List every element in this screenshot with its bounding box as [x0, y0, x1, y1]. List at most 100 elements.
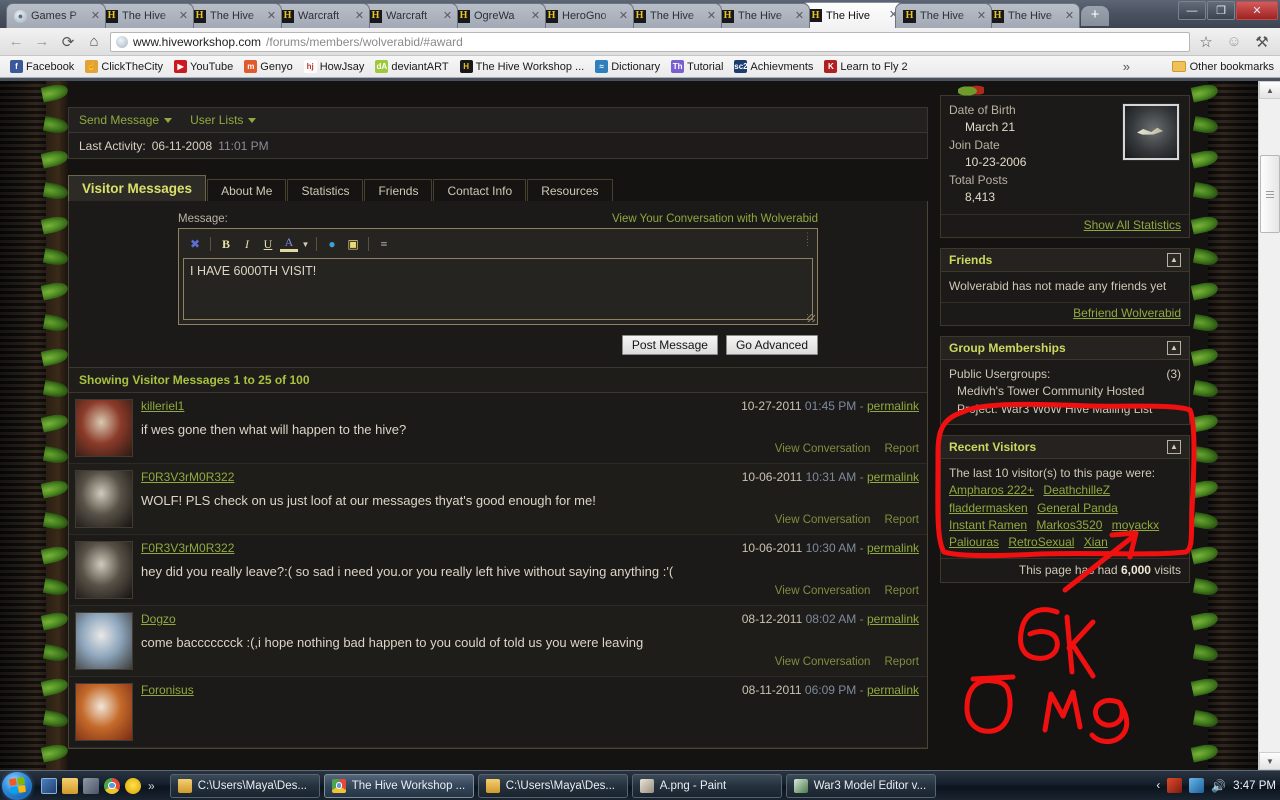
avatar[interactable] — [75, 399, 133, 457]
bookmark-item[interactable]: ▶ YouTube — [170, 59, 237, 74]
media-icon[interactable] — [83, 777, 99, 794]
browser-tab[interactable]: H The Hive ✕ — [983, 3, 1080, 28]
browser-tab[interactable]: H HeroGno ✕ — [537, 3, 634, 28]
scrollbar-thumb[interactable] — [1260, 155, 1280, 233]
recent-visitor-link[interactable]: Instant Ramen — [949, 518, 1027, 532]
view-conversation-action[interactable]: View Conversation — [775, 656, 871, 668]
antivirus-icon[interactable] — [1167, 778, 1183, 793]
report-action[interactable]: Report — [884, 514, 919, 526]
close-tab-icon[interactable]: ✕ — [794, 10, 805, 22]
bookmark-item[interactable]: H The Hive Workshop ... — [456, 59, 589, 74]
recent-visitor-link[interactable]: Markos3520 — [1036, 518, 1102, 532]
close-tab-icon[interactable]: ✕ — [178, 10, 189, 22]
message-textarea[interactable]: I HAVE 6000TH VISIT! — [183, 258, 813, 320]
bookmarks-overflow-icon[interactable]: » — [1123, 59, 1130, 74]
avatar[interactable] — [75, 541, 133, 599]
close-tab-icon[interactable]: ✕ — [530, 10, 541, 22]
browser-tab[interactable]: ● Games P ✕ — [6, 3, 106, 28]
network-icon[interactable] — [1189, 778, 1205, 793]
taskbar-button[interactable]: War3 Model Editor v... — [785, 773, 936, 798]
editor-resize-dots[interactable]: ⋮ ⋮ — [803, 232, 812, 247]
message-author-link[interactable]: killeriel1 — [141, 399, 184, 413]
browser-tab[interactable]: H The Hive ✕ — [97, 3, 194, 28]
profile-tab-contact-info[interactable]: Contact Info — [433, 179, 527, 201]
chrome-icon[interactable] — [104, 777, 120, 794]
taskbar-button[interactable]: C:\Users\Maya\Des... — [477, 773, 628, 798]
insert-image-icon[interactable]: ▣ — [344, 235, 362, 253]
browser-tab[interactable]: H The Hive ✕ — [895, 3, 992, 28]
quick-launch-overflow[interactable]: » — [146, 779, 155, 793]
recent-visitor-link[interactable]: fladdermasken — [949, 501, 1028, 515]
recent-visitor-link[interactable]: Ampharos 222+ — [949, 483, 1034, 497]
browser-tab[interactable]: H The Hive ✕ — [625, 3, 722, 28]
home-icon[interactable]: ⌂ — [84, 33, 104, 50]
volume-icon[interactable]: 🔊 — [1211, 778, 1226, 793]
permalink-link[interactable]: permalink — [867, 470, 919, 484]
browser-tab[interactable]: H The Hive ✕ — [713, 3, 810, 28]
recent-visitor-link[interactable]: General Panda — [1037, 501, 1118, 515]
smiley-icon[interactable] — [125, 777, 141, 794]
wrap-quotes-icon[interactable]: ≡ — [375, 235, 393, 253]
explorer-icon[interactable] — [62, 777, 78, 794]
browser-tab[interactable]: H Warcraft ✕ — [273, 3, 370, 28]
underline-icon[interactable]: U — [259, 235, 277, 253]
close-tab-icon[interactable]: ✕ — [618, 10, 629, 22]
profile-tab-friends[interactable]: Friends — [364, 179, 433, 201]
profile-tab-visitor-messages[interactable]: Visitor Messages — [68, 175, 207, 201]
avatar[interactable] — [75, 683, 133, 741]
scroll-up-arrow[interactable]: ▲ — [1259, 81, 1280, 99]
bookmark-star-icon[interactable]: ☆ — [1196, 33, 1216, 51]
message-author-link[interactable]: F0R3V3rM0R322 — [141, 541, 234, 555]
view-conversation-action[interactable]: View Conversation — [775, 443, 871, 455]
profile-tab-about-me[interactable]: About Me — [207, 179, 287, 201]
bookmark-item[interactable]: Th Tutorial — [667, 59, 727, 74]
user-lists-menu[interactable]: User Lists — [190, 113, 257, 127]
start-button[interactable] — [2, 771, 32, 800]
bookmark-item[interactable]: ☝ ClickTheCity — [81, 59, 167, 74]
recent-visitor-link[interactable]: Xian — [1084, 535, 1108, 549]
bookmark-item[interactable]: ≈ Dictionary — [591, 59, 664, 74]
report-action[interactable]: Report — [884, 585, 919, 597]
scroll-down-arrow[interactable]: ▼ — [1259, 752, 1280, 770]
close-tab-icon[interactable]: ✕ — [90, 10, 101, 22]
permalink-link[interactable]: permalink — [867, 612, 919, 626]
bookmark-item[interactable]: dA deviantART — [371, 59, 452, 74]
view-conversation-action[interactable]: View Conversation — [775, 585, 871, 597]
befriend-link[interactable]: Befriend Wolverabid — [1073, 306, 1181, 320]
avatar[interactable] — [75, 470, 133, 528]
recent-visitor-link[interactable]: RetroSexual — [1008, 535, 1074, 549]
show-desktop-icon[interactable] — [41, 777, 57, 794]
permalink-link[interactable]: permalink — [867, 541, 919, 555]
browser-tab[interactable]: H The Hive ✕ — [185, 3, 282, 28]
collapse-icon[interactable]: ▲ — [1167, 340, 1181, 355]
taskbar-button[interactable]: C:\Users\Maya\Des... — [169, 773, 320, 798]
reload-icon[interactable]: ⟳ — [58, 33, 78, 51]
bookmark-item[interactable]: hj HowJsay — [300, 59, 369, 74]
extension-face-icon[interactable]: ☺ — [1224, 33, 1244, 50]
view-conversation-action[interactable]: View Conversation — [775, 514, 871, 526]
page-scrollbar[interactable]: ▲ ▼ — [1258, 81, 1280, 770]
insert-link-icon[interactable]: ● — [323, 235, 341, 253]
permalink-link[interactable]: permalink — [867, 399, 919, 413]
send-message-menu[interactable]: Send Message — [79, 113, 173, 127]
avatar[interactable] — [75, 612, 133, 670]
chrome-menu-wrench-icon[interactable]: ⚒ — [1252, 33, 1272, 51]
taskbar-button[interactable]: The Hive Workshop ... — [323, 773, 474, 798]
close-tab-icon[interactable]: ✕ — [354, 10, 365, 22]
font-color-dropdown-icon[interactable]: ▼ — [301, 235, 310, 253]
forward-icon[interactable]: → — [32, 33, 52, 50]
italic-icon[interactable]: I — [238, 235, 256, 253]
minimize-button[interactable]: — — [1178, 1, 1206, 20]
view-conversation-link[interactable]: View Your Conversation with Wolverabid — [612, 213, 818, 225]
bookmark-item[interactable]: K Learn to Fly 2 — [820, 59, 911, 74]
message-author-link[interactable]: Dogzo — [141, 612, 176, 626]
close-tab-icon[interactable]: ✕ — [266, 10, 277, 22]
address-bar[interactable]: www.hiveworkshop.com/forums/members/wolv… — [110, 31, 1190, 52]
bookmark-item[interactable]: sc2 Achievments — [730, 59, 817, 74]
recent-visitor-link[interactable]: moyackx — [1112, 518, 1159, 532]
close-window-button[interactable]: ✕ — [1236, 1, 1278, 20]
bookmark-item[interactable]: m Genyo — [240, 59, 296, 74]
show-all-statistics-link[interactable]: Show All Statistics — [1084, 218, 1181, 232]
collapse-icon[interactable]: ▲ — [1167, 253, 1181, 268]
browser-tab[interactable]: H Warcraft ✕ — [361, 3, 458, 28]
